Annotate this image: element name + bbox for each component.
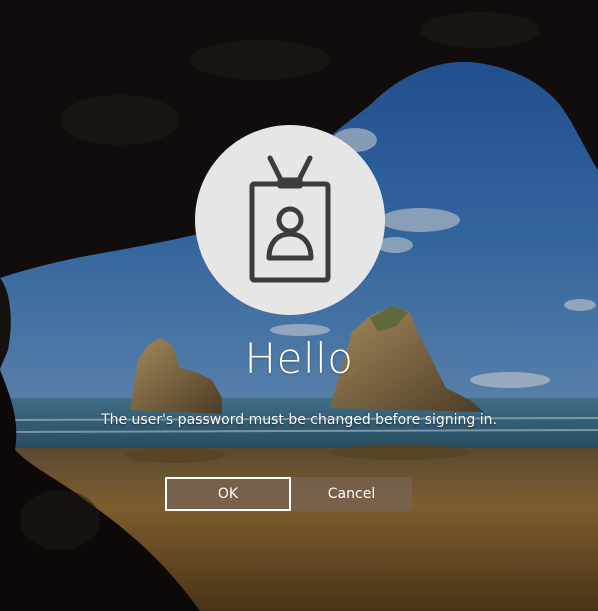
cancel-button[interactable]: Cancel [291, 477, 412, 511]
ok-button[interactable]: OK [165, 477, 291, 511]
greeting-title: Hello [244, 334, 354, 383]
password-change-message: The user's password must be changed befo… [101, 412, 497, 428]
badge-user-icon [249, 155, 331, 283]
user-avatar [195, 125, 385, 315]
